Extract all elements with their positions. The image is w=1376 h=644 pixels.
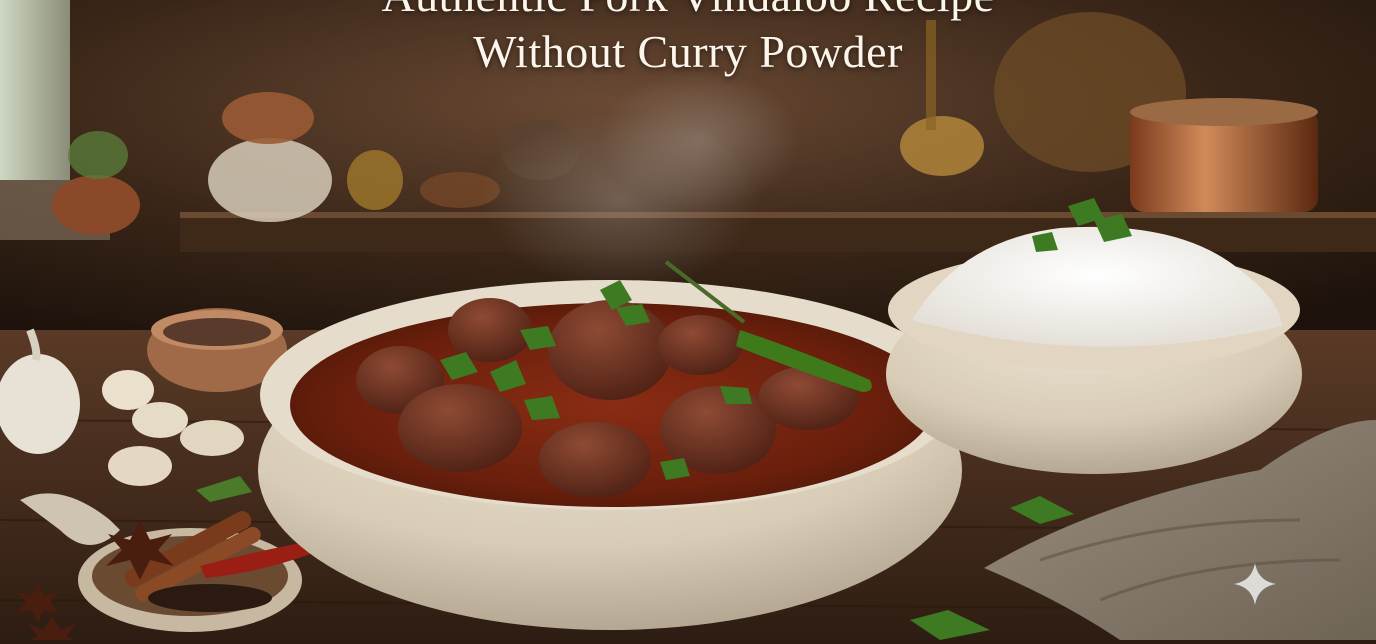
clay-pot [208, 138, 332, 222]
recipe-title: Authentic Pork Vindaloo Recipe Without C… [0, 0, 1376, 80]
food-photo [0, 0, 1376, 640]
garlic-clove [102, 370, 154, 410]
scene-illustration [0, 0, 1376, 640]
brass-vessel [347, 150, 403, 210]
brass-ladle [900, 116, 984, 176]
title-line-2: Without Curry Powder [473, 26, 903, 77]
peppercorns [148, 584, 272, 612]
title-line-1: Authentic Pork Vindaloo Recipe [0, 0, 1376, 24]
plant-pot [52, 175, 140, 235]
sparkle-icon [1234, 563, 1276, 605]
